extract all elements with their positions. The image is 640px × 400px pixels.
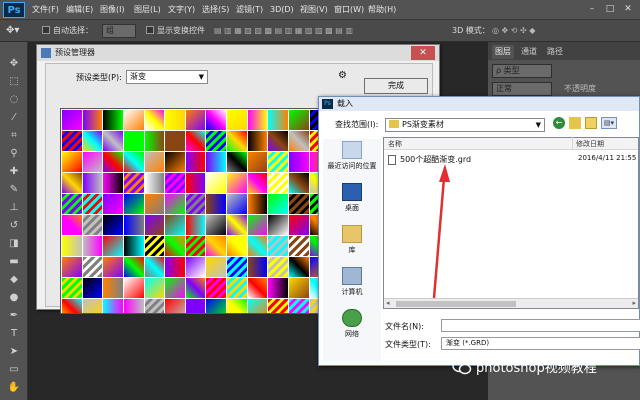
arrow-shaft: [432, 177, 446, 299]
red-arrow-annotation: [432, 164, 450, 299]
watermark: photoshop视频教程: [452, 358, 638, 380]
wechat-icon: [452, 359, 472, 375]
watermark-text: photoshop视频教程: [476, 361, 597, 376]
arrow-head: [439, 164, 450, 182]
